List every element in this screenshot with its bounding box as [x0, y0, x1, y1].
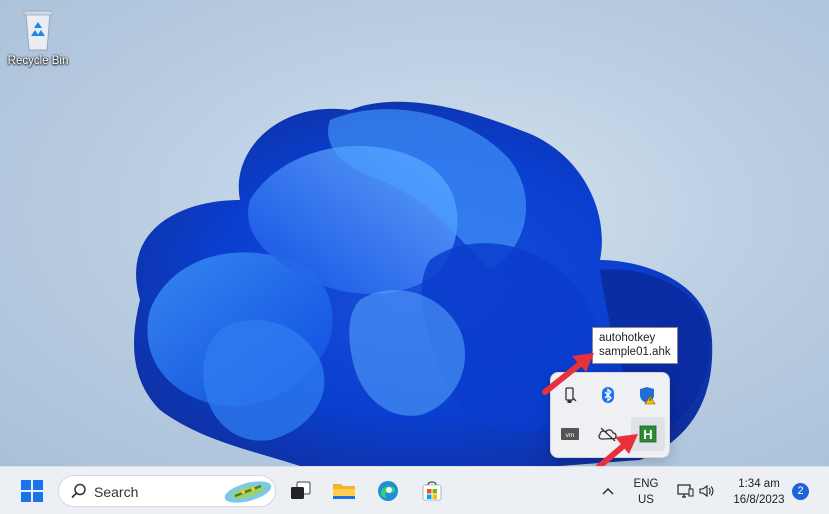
start-button[interactable] — [14, 475, 50, 507]
clock[interactable]: 1:34 am 16/8/2023 — [724, 476, 794, 508]
file-explorer-button[interactable] — [327, 475, 361, 507]
chevron-up-icon — [602, 488, 614, 495]
file-explorer-icon — [333, 484, 355, 499]
autohotkey-icon[interactable]: H — [631, 417, 665, 451]
desktop: Recycle Bin autohotkey sample01.ahk vm H — [0, 0, 829, 466]
recycle-bin-icon — [18, 8, 58, 52]
task-view-icon — [291, 481, 311, 499]
tooltip-line-2: sample01.ahk — [599, 346, 671, 358]
usb-drive-icon[interactable] — [553, 378, 587, 412]
svg-text:H: H — [643, 427, 652, 442]
language-indicator[interactable]: ENG US — [628, 476, 664, 508]
taskbar: Search ENG US 1:34 am 16/8/2023 2 — [0, 466, 829, 514]
volume-icon — [699, 484, 714, 498]
edge-button[interactable] — [371, 475, 405, 507]
svg-text:vm: vm — [566, 432, 575, 439]
search-placeholder: Search — [94, 484, 139, 500]
desktop-icon-label: Recycle Bin — [7, 55, 69, 67]
tooltip-line-1: autohotkey — [599, 332, 656, 344]
desktop-icon-recycle-bin[interactable]: Recycle Bin — [4, 8, 72, 67]
task-view-button[interactable] — [283, 475, 317, 507]
keyboard-layout: US — [638, 494, 654, 506]
vmware-icon[interactable]: vm — [553, 417, 587, 451]
show-hidden-icons-button[interactable] — [596, 479, 620, 503]
bluetooth-icon[interactable] — [591, 378, 625, 412]
network-icon — [677, 484, 694, 498]
edge-icon — [378, 481, 398, 501]
windows-security-warning-icon[interactable] — [631, 378, 665, 412]
microsoft-store-icon — [422, 481, 442, 501]
language-code: ENG — [633, 478, 659, 490]
quick-settings-button[interactable] — [672, 479, 718, 503]
start-icon — [21, 480, 43, 502]
microsoft-store-button[interactable] — [415, 475, 449, 507]
search-highlight-illustration-icon — [224, 481, 272, 503]
tray-icon-tooltip: autohotkey sample01.ahk — [592, 327, 678, 364]
taskbar-search-box[interactable]: Search — [58, 475, 276, 507]
wallpaper-bloom — [134, 101, 713, 466]
search-icon — [71, 483, 86, 498]
onedrive-offline-icon[interactable] — [591, 417, 625, 451]
tray-overflow-flyout: vm H — [550, 372, 670, 458]
notification-badge[interactable]: 2 — [792, 483, 809, 500]
clock-time: 1:34 am — [738, 478, 780, 490]
clock-date: 16/8/2023 — [733, 494, 785, 506]
